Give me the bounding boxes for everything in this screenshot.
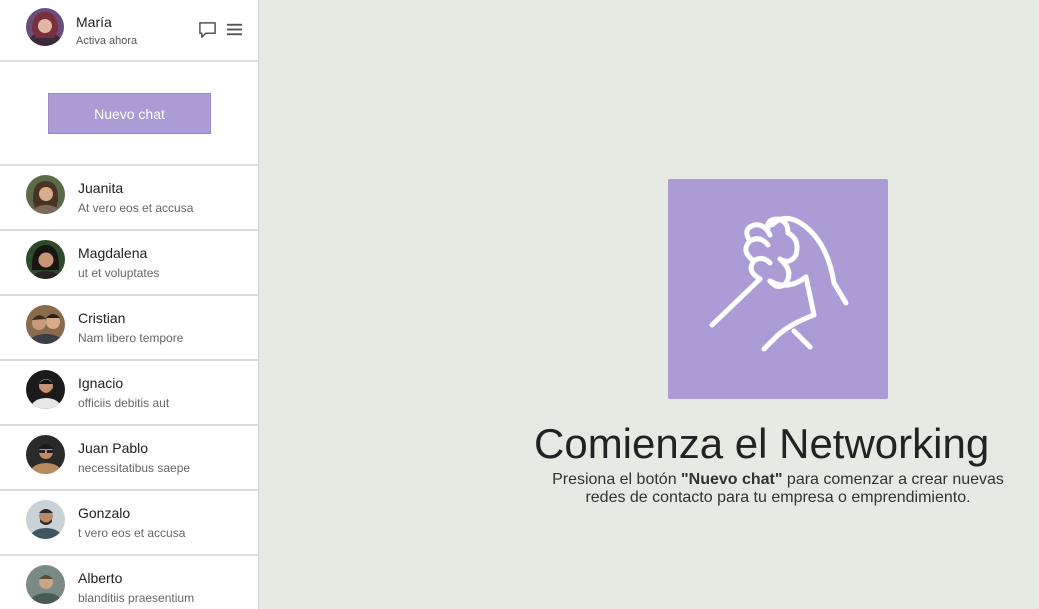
- profile-status: Activa ahora: [76, 35, 138, 47]
- main-panel: [259, 0, 1039, 609]
- new-chat-button[interactable]: Nuevo chat: [48, 93, 211, 134]
- new-chat-area: Nuevo chat: [0, 62, 258, 166]
- chat-item-juanita[interactable]: Juanita At vero eos et accusa: [0, 166, 258, 231]
- message-preview: necessitatibus saepe: [78, 461, 191, 475]
- chat-item-ignacio[interactable]: Ignacio officiis debitis aut: [0, 361, 258, 426]
- sidebar: María Activa ahora Nuevo chat Juanita At…: [0, 0, 259, 609]
- contact-name: Juan Pablo: [78, 440, 149, 456]
- contact-name: Ignacio: [78, 375, 124, 391]
- app: María Activa ahora Nuevo chat Juanita At…: [0, 0, 1039, 609]
- contact-name: Juanita: [78, 180, 124, 196]
- avatar[interactable]: [26, 8, 64, 46]
- chat-item-juan-pablo[interactable]: Juan Pablo necessitatibus saepe: [0, 426, 258, 491]
- hero-desc-bold: "Nuevo chat": [681, 471, 783, 488]
- chat-bubble-icon[interactable]: [198, 20, 217, 39]
- header-icons: [198, 20, 244, 39]
- hero-title-text: Comienza el Networking: [534, 420, 990, 467]
- avatar: [26, 565, 65, 604]
- avatar: [26, 435, 65, 474]
- message-preview: t vero eos et accusa: [78, 526, 186, 540]
- contact-name: Cristian: [78, 310, 126, 326]
- avatar: [26, 240, 65, 279]
- avatar: [26, 500, 65, 539]
- message-preview: officiis debitis aut: [78, 396, 170, 410]
- hero-desc-before: Presiona el botón: [552, 471, 682, 488]
- message-preview: ut et voluptates: [78, 266, 160, 280]
- avatar: [26, 175, 65, 214]
- chat-item-magdalena[interactable]: Magdalena ut et voluptates: [0, 231, 258, 296]
- avatar: [26, 370, 65, 409]
- hero-description: Presiona el botón "Nuevo chat" para come…: [536, 471, 1020, 507]
- avatar: [26, 305, 65, 344]
- menu-icon[interactable]: [225, 20, 244, 39]
- contact-name: Magdalena: [78, 245, 148, 261]
- hero-illustration: [668, 179, 888, 399]
- chat-item-gonzalo[interactable]: Gonzalo t vero eos et accusa: [0, 491, 258, 556]
- contact-name: Alberto: [78, 570, 123, 586]
- profile-name: María: [76, 14, 112, 30]
- message-preview: At vero eos et accusa: [78, 201, 194, 215]
- chat-item-alberto[interactable]: Alberto blanditiis praesentium: [0, 556, 258, 609]
- profile-header: María Activa ahora: [0, 0, 258, 62]
- handshake-icon: [709, 216, 849, 352]
- message-preview: Nam libero tempore: [78, 331, 184, 345]
- chat-list: Juanita At vero eos et accusa Magdalena …: [0, 166, 258, 609]
- contact-name: Gonzalo: [78, 505, 131, 521]
- message-preview: blanditiis praesentium: [78, 591, 195, 605]
- chat-item-cristian[interactable]: Cristian Nam libero tempore: [0, 296, 258, 361]
